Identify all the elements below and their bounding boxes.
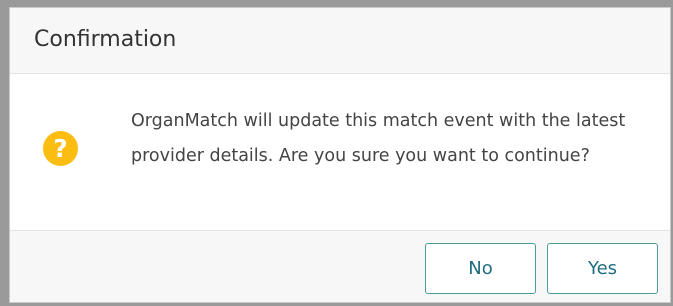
dialog-header: Confirmation xyxy=(10,8,670,74)
dialog-footer: No Yes xyxy=(10,230,670,302)
confirmation-dialog: Confirmation ? OrganMatch will update th… xyxy=(9,7,671,303)
dialog-title: Confirmation xyxy=(34,27,177,52)
question-icon: ? xyxy=(43,131,78,166)
no-button[interactable]: No xyxy=(425,243,536,294)
confirmation-message: OrganMatch will update this match event … xyxy=(131,111,626,166)
dialog-body: ? OrganMatch will update this match even… xyxy=(10,74,670,232)
yes-button[interactable]: Yes xyxy=(547,243,658,294)
